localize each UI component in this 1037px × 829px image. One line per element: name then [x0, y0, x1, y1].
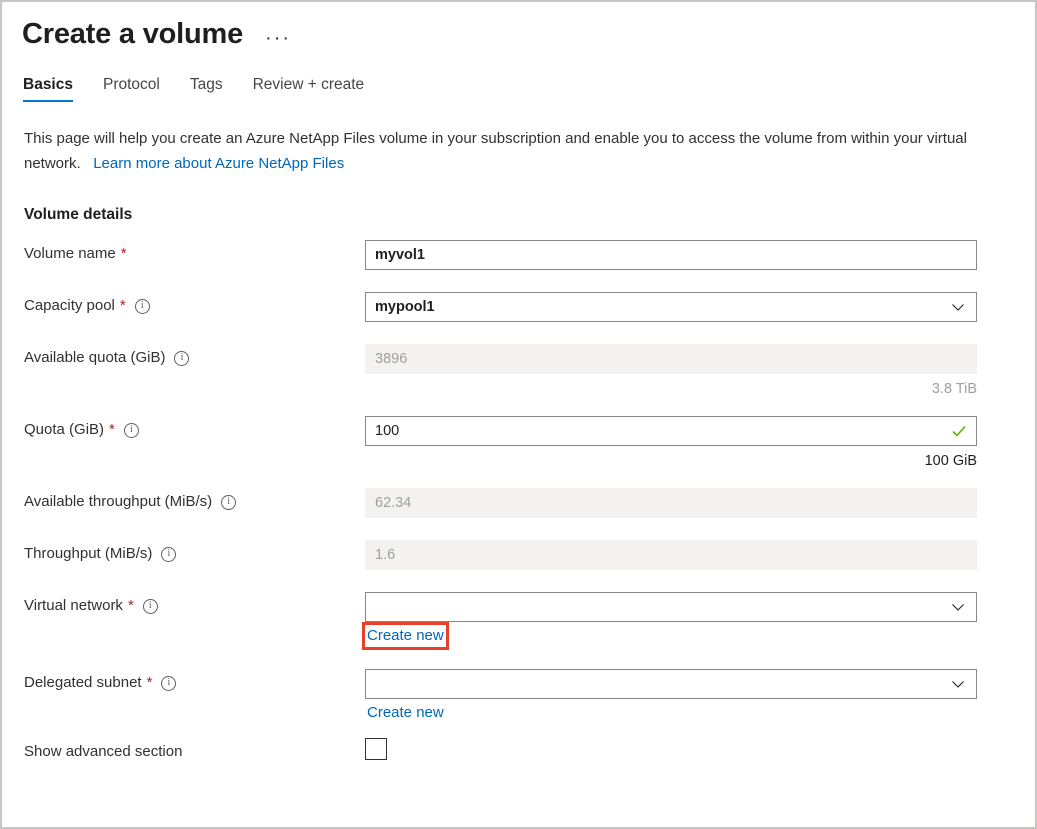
info-icon[interactable]: i	[161, 547, 176, 562]
section-title-volume-details: Volume details	[24, 206, 1035, 224]
virtual-network-dropdown[interactable]	[365, 592, 977, 622]
field-row-available-quota: Available quota (GiB) i 3896 3.8 TiB	[24, 344, 1035, 398]
field-volume-name: myvol1	[365, 240, 977, 270]
info-icon[interactable]: i	[124, 423, 139, 438]
field-row-quota: Quota (GiB) * i 100 100 GiB	[24, 416, 1035, 470]
throughput-value: 1.6	[375, 547, 967, 563]
label-quota-text: Quota (GiB)	[24, 420, 104, 440]
label-quota: Quota (GiB) * i	[24, 416, 365, 440]
field-row-delegated-subnet: Delegated subnet * i Create new	[24, 669, 1035, 724]
tab-protocol[interactable]: Protocol	[103, 76, 160, 102]
info-icon[interactable]: i	[174, 351, 189, 366]
label-throughput-text: Throughput (MiB/s)	[24, 544, 152, 564]
label-volume-name-text: Volume name	[24, 244, 116, 264]
blade-description: This page will help you create an Azure …	[24, 126, 999, 176]
field-virtual-network: Create new	[365, 592, 977, 647]
create-new-delegated-subnet-link[interactable]: Create new	[365, 702, 446, 724]
delegated-subnet-create-new-row: Create new	[365, 702, 977, 724]
chevron-down-icon	[951, 300, 965, 314]
volume-name-input[interactable]: myvol1	[365, 240, 977, 270]
label-available-quota: Available quota (GiB) i	[24, 344, 365, 368]
label-show-advanced: Show advanced section	[24, 738, 365, 762]
field-row-virtual-network: Virtual network * i Create new	[24, 592, 1035, 647]
required-asterisk: *	[147, 673, 153, 693]
volume-details-form: Volume name * myvol1 Capacity pool * i m…	[2, 240, 1035, 768]
show-advanced-checkbox[interactable]	[365, 738, 387, 760]
available-throughput-value: 62.34	[375, 495, 967, 511]
spacer	[24, 398, 1035, 416]
tab-review-create[interactable]: Review + create	[253, 76, 365, 102]
available-quota-helper: 3.8 TiB	[365, 380, 977, 398]
label-delegated-subnet: Delegated subnet * i	[24, 669, 365, 693]
spacer	[24, 647, 1035, 669]
quota-value: 100	[375, 423, 951, 439]
field-capacity-pool: mypool1	[365, 292, 977, 322]
tab-basics[interactable]: Basics	[23, 76, 73, 102]
tab-bar: Basics Protocol Tags Review + create	[2, 76, 1035, 102]
field-row-volume-name: Volume name * myvol1	[24, 240, 1035, 270]
spacer	[24, 322, 1035, 344]
create-volume-blade: Create a volume ··· Basics Protocol Tags…	[0, 0, 1037, 829]
field-delegated-subnet: Create new	[365, 669, 977, 724]
info-icon[interactable]: i	[161, 676, 176, 691]
field-available-quota: 3896 3.8 TiB	[365, 344, 977, 398]
available-quota-input: 3896	[365, 344, 977, 374]
delegated-subnet-dropdown[interactable]	[365, 669, 977, 699]
more-options-icon[interactable]: ···	[265, 33, 291, 43]
spacer	[24, 724, 1035, 738]
info-icon[interactable]: i	[143, 599, 158, 614]
info-icon[interactable]: i	[135, 299, 150, 314]
label-delegated-subnet-text: Delegated subnet	[24, 673, 142, 693]
field-row-available-throughput: Available throughput (MiB/s) i 62.34	[24, 488, 1035, 518]
info-icon[interactable]: i	[221, 495, 236, 510]
virtual-network-create-new-row: Create new	[365, 625, 977, 647]
header: Create a volume ···	[2, 2, 1035, 52]
page-title: Create a volume	[22, 16, 243, 52]
field-row-throughput: Throughput (MiB/s) i 1.6	[24, 540, 1035, 570]
label-available-throughput-text: Available throughput (MiB/s)	[24, 492, 212, 512]
label-virtual-network-text: Virtual network	[24, 596, 123, 616]
checkmark-icon	[951, 423, 967, 439]
spacer	[24, 518, 1035, 540]
field-row-show-advanced: Show advanced section	[24, 738, 1035, 768]
create-new-virtual-network-link[interactable]: Create new	[365, 625, 446, 647]
field-throughput: 1.6	[365, 540, 977, 570]
label-capacity-pool: Capacity pool * i	[24, 292, 365, 316]
available-throughput-input: 62.34	[365, 488, 977, 518]
capacity-pool-dropdown[interactable]: mypool1	[365, 292, 977, 322]
chevron-down-icon	[951, 600, 965, 614]
label-show-advanced-text: Show advanced section	[24, 742, 182, 762]
spacer	[24, 570, 1035, 592]
label-volume-name: Volume name *	[24, 240, 365, 264]
required-asterisk: *	[121, 244, 127, 264]
field-available-throughput: 62.34	[365, 488, 977, 518]
capacity-pool-value: mypool1	[375, 299, 951, 315]
required-asterisk: *	[128, 596, 134, 616]
spacer	[24, 470, 1035, 488]
spacer	[24, 270, 1035, 292]
field-quota: 100 100 GiB	[365, 416, 977, 470]
label-capacity-pool-text: Capacity pool	[24, 296, 115, 316]
label-available-quota-text: Available quota (GiB)	[24, 348, 165, 368]
quota-helper: 100 GiB	[365, 452, 977, 470]
label-virtual-network: Virtual network * i	[24, 592, 365, 616]
learn-more-link[interactable]: Learn more about Azure NetApp Files	[93, 155, 344, 172]
chevron-down-icon	[951, 677, 965, 691]
field-row-capacity-pool: Capacity pool * i mypool1	[24, 292, 1035, 322]
required-asterisk: *	[109, 420, 115, 440]
throughput-input: 1.6	[365, 540, 977, 570]
tab-tags[interactable]: Tags	[190, 76, 223, 102]
label-throughput: Throughput (MiB/s) i	[24, 540, 365, 564]
volume-name-value: myvol1	[375, 247, 967, 263]
field-show-advanced	[365, 738, 977, 760]
available-quota-value: 3896	[375, 351, 967, 367]
label-available-throughput: Available throughput (MiB/s) i	[24, 488, 365, 512]
required-asterisk: *	[120, 296, 126, 316]
quota-input[interactable]: 100	[365, 416, 977, 446]
